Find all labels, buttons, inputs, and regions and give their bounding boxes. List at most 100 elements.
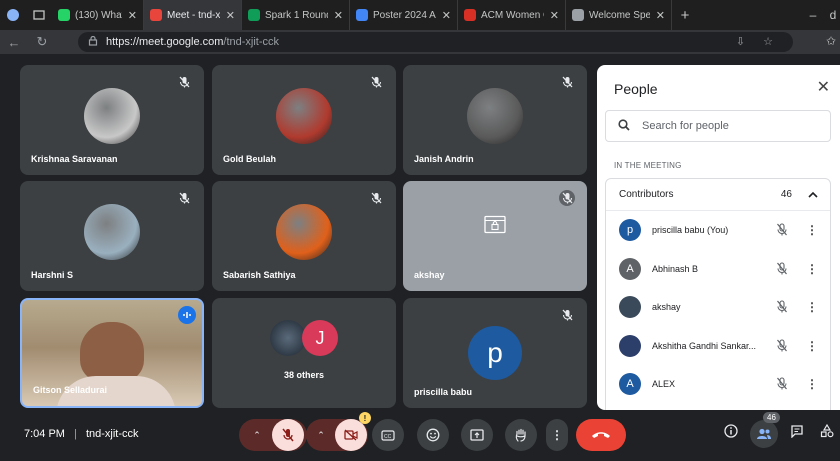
tab-label: Welcome Speech fc bbox=[589, 9, 650, 21]
avatar bbox=[276, 87, 332, 144]
mic-off-icon bbox=[176, 74, 192, 90]
browser-tab[interactable]: (130) WhatsApp ✕ bbox=[52, 0, 144, 30]
browser-tab[interactable]: Poster 2024 ADS - ✕ bbox=[350, 0, 458, 30]
mic-off-icon bbox=[559, 74, 575, 90]
favorites-icon[interactable]: ✩ bbox=[826, 34, 836, 48]
browser-tab-bar: (130) WhatsApp✕Meet - tnd-xjit✕Spark 1 R… bbox=[0, 0, 840, 30]
participant-tile[interactable]: p priscilla babu bbox=[403, 298, 587, 408]
download-icon[interactable]: ⇩ bbox=[736, 35, 745, 48]
tab-close-icon[interactable]: ✕ bbox=[334, 9, 343, 22]
new-tab-icon[interactable]: + bbox=[672, 0, 698, 30]
meeting-code: tnd-xjit-cck bbox=[85, 428, 139, 440]
participant-name: 38 others bbox=[283, 370, 325, 380]
browser-tab[interactable]: Welcome Speech fc ✕ bbox=[566, 0, 672, 30]
reload-icon[interactable]: ↻ bbox=[28, 34, 56, 50]
participant-tile[interactable]: Gitson Selladurai bbox=[20, 298, 204, 408]
tab-close-icon[interactable]: ✕ bbox=[656, 9, 665, 22]
camera-options-chevron-icon[interactable]: ⌃ bbox=[307, 430, 335, 441]
people-panel-title: People bbox=[614, 81, 658, 97]
present-screen-icon[interactable] bbox=[461, 419, 493, 451]
mic-off-icon bbox=[559, 190, 575, 206]
url-path: /tnd-xjit-cck bbox=[223, 36, 280, 48]
chevron-up-icon[interactable] bbox=[808, 189, 818, 201]
participant-tile[interactable]: Krishnaa Saravanan bbox=[20, 65, 204, 175]
back-icon[interactable]: ← bbox=[0, 35, 28, 50]
browser-tab[interactable]: ACM Women Chap ✕ bbox=[458, 0, 566, 30]
tab-close-icon[interactable]: ✕ bbox=[128, 9, 137, 22]
address-bar[interactable]: https://meet.google.com/tnd-xjit-cck ⇩ ☆ bbox=[78, 32, 793, 52]
camera-off-icon[interactable]: ! bbox=[335, 412, 371, 451]
participant-tile[interactable]: akshay bbox=[403, 181, 587, 291]
list-item[interactable]: Akshitha Gandhi Sankar... ⋮ bbox=[606, 327, 830, 366]
list-item[interactable]: A ALEX ⋮ bbox=[606, 365, 830, 404]
emoji-icon[interactable] bbox=[417, 419, 449, 451]
browser-tab[interactable]: Meet - tnd-xjit ✕ bbox=[144, 0, 242, 30]
site-info-icon[interactable] bbox=[88, 35, 98, 49]
search-icon bbox=[618, 118, 630, 134]
hang-up-icon bbox=[592, 432, 610, 438]
avatar: A bbox=[619, 373, 641, 396]
tab-close-icon[interactable]: ✕ bbox=[226, 9, 235, 22]
bookmark-star-icon[interactable]: ☆ bbox=[763, 35, 773, 48]
search-placeholder: Search for people bbox=[642, 120, 729, 132]
warning-badge-icon: ! bbox=[359, 412, 371, 424]
raise-hand-icon[interactable] bbox=[505, 419, 537, 451]
tab-label: Meet - tnd-xjit bbox=[167, 9, 220, 21]
avatar bbox=[276, 203, 332, 260]
browser-tab[interactable]: Spark 1 Round 1 Ri ✕ bbox=[242, 0, 350, 30]
tab-favicon-icon bbox=[58, 9, 70, 21]
list-item[interactable]: p priscilla babu (You) ⋮ bbox=[606, 211, 830, 250]
minimize-window-icon[interactable]: – bbox=[800, 0, 826, 30]
leave-call-button[interactable] bbox=[576, 419, 626, 451]
mic-options-chevron-icon[interactable]: ⌃ bbox=[242, 430, 272, 441]
contributors-header[interactable]: Contributors 46 bbox=[606, 179, 830, 211]
participant-tile[interactable]: J 38 others bbox=[212, 298, 396, 408]
mic-off-icon[interactable] bbox=[272, 419, 304, 451]
participant-name: Sabarish Sathiya bbox=[223, 270, 296, 280]
participant-name: Harshni S bbox=[31, 270, 74, 280]
mic-off-icon bbox=[559, 307, 575, 323]
tab-label: Poster 2024 ADS - bbox=[373, 9, 436, 21]
meeting-controls-bar: 7:04 PM | tnd-xjit-cck ⌃ ⌃ ! CC ⋮ 46 bbox=[0, 410, 840, 461]
more-vert-icon[interactable]: ⋮ bbox=[806, 377, 818, 391]
close-icon[interactable]: ✕ bbox=[817, 77, 830, 97]
tab-label: Spark 1 Round 1 Ri bbox=[265, 9, 328, 21]
activities-icon[interactable] bbox=[820, 423, 834, 441]
people-icon bbox=[757, 428, 771, 439]
speaking-indicator-icon bbox=[178, 306, 196, 324]
more-vert-icon[interactable]: ⋮ bbox=[806, 339, 818, 353]
search-input[interactable]: Search for people bbox=[605, 110, 831, 142]
camera-control: ⌃ ! bbox=[306, 412, 371, 451]
mic-off-icon bbox=[776, 223, 788, 241]
list-item[interactable]: A Abhinash B ⋮ bbox=[606, 250, 830, 289]
group-count: 46 bbox=[780, 189, 792, 200]
tab-favicon-icon bbox=[356, 9, 368, 21]
more-options-icon[interactable]: ⋮ bbox=[546, 419, 568, 451]
group-label: Contributors bbox=[619, 189, 674, 200]
more-vert-icon[interactable]: ⋮ bbox=[806, 262, 818, 276]
participant-name: priscilla babu bbox=[414, 387, 473, 397]
participant-tile[interactable]: Harshni S bbox=[20, 181, 204, 291]
captions-icon[interactable]: CC bbox=[372, 419, 404, 451]
chat-icon[interactable] bbox=[790, 424, 804, 441]
meeting-details-icon[interactable] bbox=[724, 424, 738, 441]
avatar bbox=[84, 203, 140, 260]
contributors-group: Contributors 46 p priscilla babu (You) ⋮ A A… bbox=[605, 178, 831, 410]
tab-close-icon[interactable]: ✕ bbox=[442, 9, 451, 22]
more-vert-icon[interactable]: ⋮ bbox=[806, 223, 818, 237]
participant-video bbox=[80, 322, 144, 382]
tab-actions-icon[interactable] bbox=[26, 0, 52, 30]
participant-tile[interactable]: Gold Beulah bbox=[212, 65, 396, 175]
people-button[interactable]: 46 bbox=[750, 412, 780, 448]
window-control-icon[interactable]: d bbox=[826, 0, 840, 30]
mic-off-icon bbox=[776, 300, 788, 318]
more-vert-icon[interactable]: ⋮ bbox=[806, 300, 818, 314]
participant-tile[interactable]: Sabarish Sathiya bbox=[212, 181, 396, 291]
participant-tile[interactable]: Janish Andrin bbox=[403, 65, 587, 175]
tab-close-icon[interactable]: ✕ bbox=[550, 9, 559, 22]
list-item[interactable]: akshay ⋮ bbox=[606, 288, 830, 327]
profile-icon[interactable] bbox=[0, 0, 26, 30]
participant-name: Gitson Selladurai bbox=[33, 385, 108, 395]
avatar: p bbox=[468, 326, 522, 380]
mic-off-icon bbox=[176, 190, 192, 206]
